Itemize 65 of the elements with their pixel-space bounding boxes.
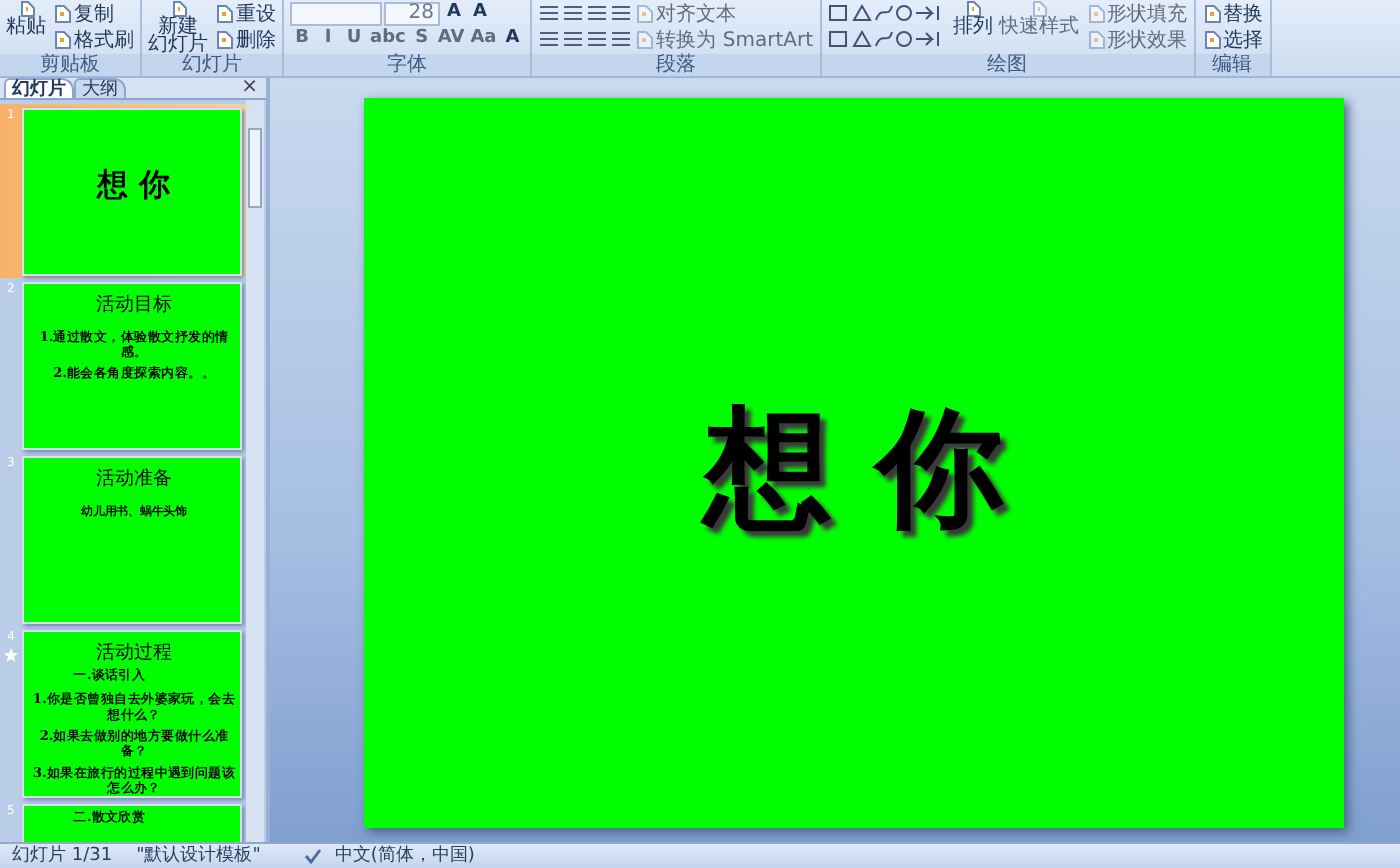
ribbon-button[interactable]: 替换	[1201, 0, 1264, 26]
slide-counter: 幻灯片 1/31	[12, 844, 113, 868]
ribbon-button[interactable]: 复制	[52, 0, 114, 26]
document-icon	[52, 29, 72, 49]
close-button[interactable]: ×	[241, 78, 258, 98]
font-size-field[interactable]: 28	[384, 1, 440, 25]
group-label: 剪贴板	[0, 54, 140, 76]
ribbon-button[interactable]: 排列	[953, 0, 994, 36]
paragraph-button[interactable]	[586, 30, 609, 48]
lines-icon	[562, 30, 585, 48]
scrollbar-thumb[interactable]	[248, 128, 262, 208]
paragraph-button[interactable]	[538, 4, 561, 22]
slide-title: 活动准备	[96, 465, 172, 491]
theme-name: "默认设计模板"	[136, 844, 261, 868]
font-name-field[interactable]	[290, 1, 382, 25]
group-label: 绘图	[821, 54, 1194, 76]
language-indicator[interactable]: 中文(简体，中国)	[334, 844, 475, 868]
group-label: 字体	[284, 54, 531, 76]
document-icon	[52, 3, 72, 23]
paragraph-button[interactable]	[562, 30, 585, 48]
document-icon	[214, 3, 234, 23]
document-icon	[634, 3, 655, 23]
check-icon	[304, 848, 323, 864]
scrollbar[interactable]	[246, 100, 264, 842]
paragraph-button[interactable]	[538, 30, 561, 48]
document-icon	[1085, 29, 1106, 49]
ribbon-button[interactable]: 删除	[214, 26, 276, 52]
format-button[interactable]: A	[468, 2, 492, 24]
document-icon	[964, 0, 983, 18]
paragraph-button[interactable]	[586, 4, 609, 22]
document-icon	[214, 29, 234, 49]
slide-title: 想 你	[703, 394, 1005, 548]
panel-tab[interactable]: 大纲	[74, 78, 126, 98]
lines-icon	[586, 4, 609, 22]
ribbon-button[interactable]: 格式刷	[52, 26, 134, 52]
document-icon	[1201, 3, 1222, 23]
slide-thumbnail[interactable]: 想 你	[21, 108, 242, 276]
lines-icon	[562, 4, 585, 22]
format-button[interactable]: A	[500, 28, 525, 50]
document-icon	[1085, 3, 1106, 23]
paragraph-button[interactable]	[562, 4, 585, 22]
panel-tab[interactable]: 幻灯片	[4, 78, 74, 98]
ribbon-button[interactable]: 选择	[1201, 26, 1264, 52]
document-icon	[169, 0, 187, 18]
document-icon	[17, 0, 35, 18]
slide-title: 想 你	[96, 164, 171, 207]
lines-icon	[586, 30, 609, 48]
format-button[interactable]: A	[442, 2, 466, 24]
group-label: 段落	[532, 54, 820, 76]
group-label: 编辑	[1195, 54, 1270, 76]
lines-icon	[610, 4, 633, 22]
group-label: 幻灯片	[142, 54, 282, 76]
ribbon-button[interactable]: 重设	[214, 0, 276, 26]
slide-title: 活动目标	[96, 291, 172, 317]
paragraph-button[interactable]	[610, 4, 633, 22]
lines-icon	[538, 30, 561, 48]
lines-icon	[610, 30, 633, 48]
paragraph-button[interactable]	[610, 30, 633, 48]
slide-title: 活动过程	[96, 639, 172, 665]
ribbon-button[interactable]: 新建 幻灯片	[148, 0, 208, 54]
document-icon	[1030, 0, 1049, 18]
document-icon	[1201, 29, 1222, 49]
lines-icon	[538, 4, 561, 22]
ribbon-button[interactable]: 粘贴	[6, 0, 46, 36]
document-icon	[634, 29, 655, 49]
